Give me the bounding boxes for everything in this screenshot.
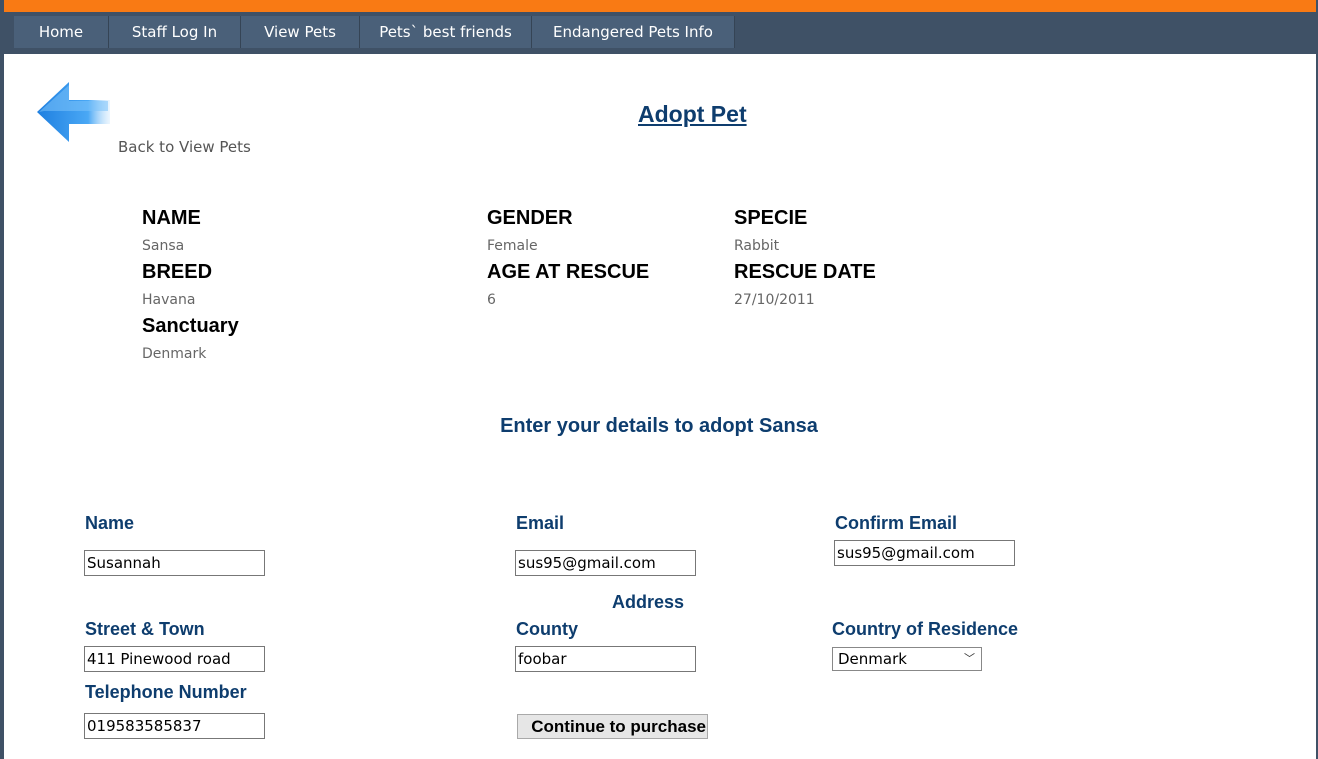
pet-name-label: NAME [142,207,201,229]
pet-breed-label: BREED [142,261,213,283]
street-field-label: Street & Town [85,619,205,639]
county-field[interactable] [515,646,696,672]
pet-name-value: Sansa [142,238,185,254]
pet-rescue-date-value: 27/10/2011 [734,292,815,308]
nav-pets-best-friends[interactable]: Pets` best friends [360,16,532,48]
window-frame-left [0,0,4,759]
continue-to-purchase-button[interactable]: Continue to purchase [517,714,708,739]
country-select[interactable]: Denmark ﹀ [832,647,982,671]
main-nav: Home Staff Log In View Pets Pets` best f… [14,16,735,48]
nav-staff-log-in[interactable]: Staff Log In [109,16,241,48]
name-field-label: Name [85,513,135,533]
pet-gender-label: GENDER [487,207,573,229]
page-title: Adopt Pet [638,101,747,127]
chevron-down-icon: ﹀ [964,652,975,665]
confirm-email-field-label: Confirm Email [835,513,958,533]
nav-endangered-pets-info[interactable]: Endangered Pets Info [532,16,735,48]
address-heading: Address [612,592,685,612]
name-field[interactable] [84,550,265,576]
pet-breed-value: Havana [142,292,196,308]
phone-field[interactable] [84,713,265,739]
back-to-view-pets-link[interactable]: Back to View Pets [118,138,251,156]
adopt-form-intro: Enter your details to adopt Sansa [500,415,818,437]
pet-rescue-date-label: RESCUE DATE [734,261,876,283]
nav-view-pets[interactable]: View Pets [241,16,360,48]
pet-gender-value: Female [487,238,538,254]
pet-age-value: 6 [487,292,496,308]
country-field-label: Country of Residence [832,619,1019,639]
back-arrow-icon[interactable] [34,78,114,148]
pet-age-label: AGE AT RESCUE [487,261,650,283]
pet-sanctuary-label: Sanctuary [142,315,239,337]
country-select-value: Denmark [838,650,907,668]
street-field[interactable] [84,646,265,672]
nav-home[interactable]: Home [14,16,109,48]
top-navbar: Home Staff Log In View Pets Pets` best f… [0,12,1318,54]
email-field[interactable] [515,550,696,576]
county-field-label: County [516,619,578,639]
confirm-email-field[interactable] [834,540,1015,566]
pet-specie-label: SPECIE [734,207,808,229]
pet-sanctuary-value: Denmark [142,346,207,362]
accent-bar [0,0,1318,12]
phone-field-label: Telephone Number [85,682,247,702]
pet-specie-value: Rabbit [734,238,780,254]
email-field-label: Email [516,513,565,533]
